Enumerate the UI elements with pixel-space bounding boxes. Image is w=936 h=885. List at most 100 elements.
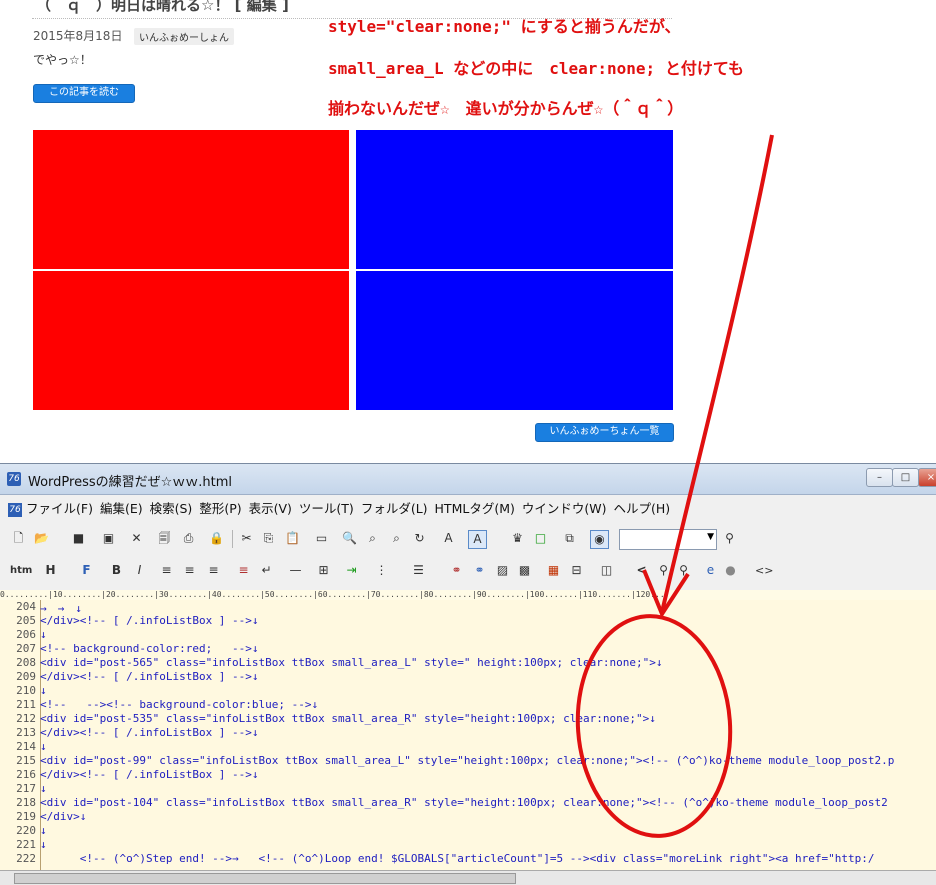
- menu-format[interactable]: 整形(P): [199, 498, 241, 520]
- code-line[interactable]: </div><!-- [ /.infoListBox ] -->↓: [40, 670, 259, 683]
- preview-icon[interactable]: 🗐: [156, 530, 173, 547]
- tag-list-icon[interactable]: ⚲: [675, 562, 692, 579]
- toolbar-combo-box[interactable]: ▼: [619, 529, 717, 550]
- menu-html-tag[interactable]: HTMLタグ(M): [435, 498, 515, 520]
- menu-help[interactable]: ヘルプ(H): [613, 498, 670, 520]
- code-line[interactable]: ↓: [40, 824, 47, 837]
- copy-icon[interactable]: ⎘: [260, 530, 277, 547]
- search-prev-icon[interactable]: ⌕: [388, 530, 405, 547]
- window-icon[interactable]: ▭: [313, 530, 330, 547]
- code-editor[interactable]: 204 205 206 207 208 209 210 211 212 213 214 215 216 2…: [0, 600, 936, 870]
- anchor-icon[interactable]: ⚭: [471, 562, 488, 579]
- save-all-icon[interactable]: ▣: [100, 530, 117, 547]
- open-folder-icon[interactable]: 📂: [33, 530, 50, 547]
- crown-icon[interactable]: ♛: [509, 530, 526, 547]
- save-icon[interactable]: ■: [70, 530, 87, 547]
- tag-search-icon[interactable]: ⚲: [655, 562, 672, 579]
- line-number: 215: [16, 754, 36, 767]
- code-line[interactable]: <div id="post-535" class="infoListBox tt…: [40, 712, 656, 725]
- cut-icon[interactable]: ✂: [238, 530, 255, 547]
- page-icon[interactable]: ⧉: [561, 530, 578, 547]
- doc-menu-icon[interactable]: 76: [8, 502, 22, 517]
- search-next-icon[interactable]: ⌕: [364, 530, 381, 547]
- tag-open-icon[interactable]: <: [633, 562, 650, 579]
- code-line[interactable]: </div><!-- [ /.infoListBox ] -->↓: [40, 726, 259, 739]
- horizontal-rule-icon[interactable]: —: [287, 562, 304, 579]
- paragraph-icon[interactable]: ≡: [235, 562, 252, 579]
- browser-icon[interactable]: ◉: [590, 530, 609, 549]
- square-green-icon[interactable]: □: [532, 530, 549, 547]
- frame-icon[interactable]: ◫: [598, 562, 615, 579]
- lock-icon[interactable]: 🔒: [208, 530, 225, 547]
- line-number: 208: [16, 656, 36, 669]
- indent-icon[interactable]: ⇥: [343, 562, 360, 579]
- menu-edit[interactable]: 編集(E): [100, 498, 143, 520]
- code-line[interactable]: </div><!-- [ /.infoListBox ] -->↓: [40, 768, 259, 781]
- list-dropdown-icon[interactable]: ⋮: [373, 562, 390, 579]
- line-number: 204: [16, 600, 36, 613]
- menu-file[interactable]: ファイル(F): [26, 498, 93, 520]
- image-icon[interactable]: ▨: [494, 562, 511, 579]
- new-file-icon[interactable]: 🗋: [10, 530, 27, 547]
- color-palette-icon[interactable]: ▦: [545, 562, 562, 579]
- code-line[interactable]: ↓: [40, 782, 47, 795]
- info-list-button[interactable]: いんふぉめーちょん一覧: [535, 423, 674, 442]
- bullet-list-icon[interactable]: ☰: [410, 562, 427, 579]
- code-line[interactable]: <!-- background-color:red; -->↓: [40, 642, 259, 655]
- code-line[interactable]: </div><!-- [ /.infoListBox ] -->↓: [40, 614, 259, 627]
- close-button[interactable]: ×: [918, 468, 936, 487]
- align-right-icon[interactable]: ≡: [205, 562, 222, 579]
- link-icon[interactable]: ⚭: [448, 562, 465, 579]
- align-left-icon[interactable]: ≡: [158, 562, 175, 579]
- menu-tools[interactable]: ツール(T): [299, 498, 354, 520]
- code-line[interactable]: <!-- --><!-- background-color:blue; -->↓: [40, 698, 318, 711]
- read-more-button[interactable]: この記事を読む: [33, 84, 135, 103]
- code-line[interactable]: ↓: [40, 684, 47, 697]
- tag-pair-icon[interactable]: <>: [755, 562, 773, 579]
- paste-icon[interactable]: 📋: [284, 530, 301, 547]
- menu-window[interactable]: ウインドウ(W): [522, 498, 607, 520]
- code-line[interactable]: ↓: [40, 838, 47, 851]
- minimize-button[interactable]: –: [866, 468, 893, 487]
- font-icon[interactable]: A: [468, 530, 487, 549]
- search-icon[interactable]: 🔍: [341, 530, 358, 547]
- table-icon[interactable]: ⊞: [315, 562, 332, 579]
- line-number: 212: [16, 712, 36, 725]
- menu-folder[interactable]: フォルダ(L): [361, 498, 428, 520]
- close-file-icon[interactable]: ✕: [128, 530, 145, 547]
- htm-icon[interactable]: htm: [10, 562, 32, 579]
- menu-view[interactable]: 表示(V): [249, 498, 292, 520]
- code-line[interactable]: ↓: [40, 628, 47, 641]
- replace-icon[interactable]: ↻: [411, 530, 428, 547]
- print-icon[interactable]: ⎙: [180, 530, 197, 547]
- red-box-bottom: [33, 271, 349, 410]
- code-line[interactable]: ↓: [40, 740, 47, 753]
- code-line[interactable]: <div id="post-99" class="infoListBox ttB…: [40, 754, 894, 767]
- bold-icon[interactable]: B: [108, 562, 125, 579]
- line-number: 219: [16, 810, 36, 823]
- category-badge[interactable]: いんふぉめーしょん: [134, 28, 234, 45]
- title-bar[interactable]: 76 WordPressの練習だぜ☆ｗｗ.html – □ ×: [0, 464, 936, 495]
- maximize-button[interactable]: □: [892, 468, 919, 487]
- heading-icon[interactable]: H: [42, 562, 59, 579]
- spell-check-icon[interactable]: A: [440, 530, 457, 547]
- post-title[interactable]: （＾ｑ＾）明日は晴れる☆！ [ 編集 ]: [36, 0, 289, 15]
- italic-icon[interactable]: I: [131, 562, 148, 579]
- stop-icon[interactable]: ●: [722, 562, 739, 579]
- font-tag-icon[interactable]: F: [78, 562, 95, 579]
- scrollbar-thumb[interactable]: [14, 873, 516, 884]
- code-line[interactable]: <div id="post-565" class="infoListBox tt…: [40, 656, 663, 669]
- menu-search[interactable]: 検索(S): [150, 498, 193, 520]
- image-map-icon[interactable]: ▩: [516, 562, 533, 579]
- code-line[interactable]: <div id="post-104" class="infoListBox tt…: [40, 796, 888, 809]
- form-icon[interactable]: ⊟: [568, 562, 585, 579]
- ie-icon[interactable]: e: [702, 562, 719, 579]
- code-line[interactable]: </div>↓: [40, 810, 86, 823]
- line-number: 217: [16, 782, 36, 795]
- annotation-line-3: 揃わないんだぜ☆ 違いが分からんぜ☆（＾ｑ＾）: [328, 99, 684, 118]
- line-break-icon[interactable]: ↵: [258, 562, 275, 579]
- line-number: 210: [16, 684, 36, 697]
- binoculars-icon[interactable]: ⚲: [721, 530, 738, 547]
- align-center-icon[interactable]: ≡: [181, 562, 198, 579]
- code-line[interactable]: <!-- (^o^)Step end! -->→ <!-- (^o^)Loop …: [40, 852, 875, 865]
